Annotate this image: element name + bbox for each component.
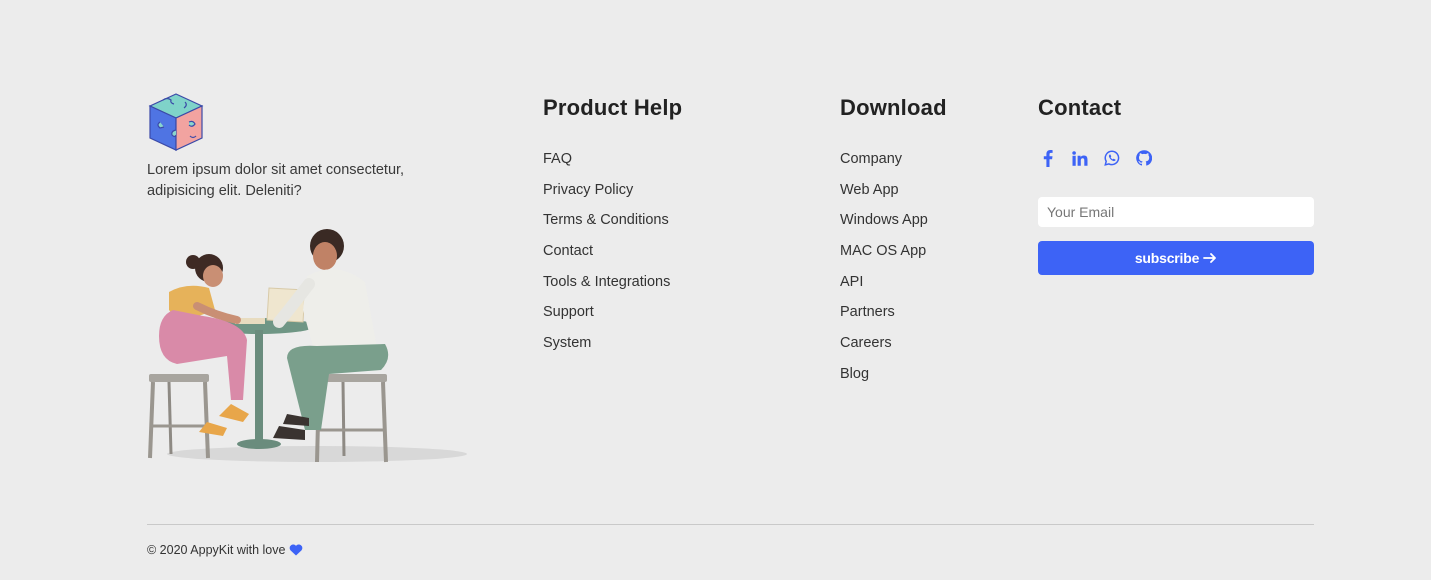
download-column: Download Company Web App Windows App MAC… [840,95,947,396]
contact-link[interactable]: Contact [543,243,593,259]
windows-app-link[interactable]: Windows App [840,212,928,228]
tools-integrations-link[interactable]: Tools & Integrations [543,274,670,290]
social-links [1038,147,1314,169]
mac-os-app-link[interactable]: MAC OS App [840,243,926,259]
company-link[interactable]: Company [840,151,902,167]
contact-heading: Contact [1038,95,1122,120]
privacy-policy-link[interactable]: Privacy Policy [543,182,633,198]
heart-icon [290,544,303,556]
arrow-right-icon [1203,253,1217,263]
email-input[interactable] [1038,197,1314,227]
linkedin-icon[interactable] [1070,149,1089,168]
list-item: Company [840,150,947,181]
terms-link[interactable]: Terms & Conditions [543,212,669,228]
careers-link[interactable]: Careers [840,335,892,351]
subscribe-button[interactable]: subscribe [1038,241,1314,275]
product-help-column: Product Help FAQ Privacy Policy Terms & … [543,95,682,365]
two-people-at-table-illustration [148,229,467,463]
list-item: Blog [840,365,947,396]
copyright-text: © 2020 AppyKit with love [147,543,286,557]
contact-column: Contact subscribe [1038,95,1314,275]
list-item: Careers [840,334,947,365]
facebook-icon[interactable] [1038,149,1057,168]
copyright: © 2020 AppyKit with love [147,543,303,557]
github-icon[interactable] [1134,149,1153,168]
list-item: System [543,334,682,365]
download-heading: Download [840,95,947,120]
footer-divider [147,524,1314,525]
list-item: Windows App [840,211,947,242]
site-footer: Lorem ipsum dolor sit amet consectetur, … [0,0,1431,580]
api-link[interactable]: API [840,274,863,290]
puzzle-cube-icon[interactable] [147,92,205,152]
list-item: MAC OS App [840,242,947,273]
download-links: Company Web App Windows App MAC OS App A… [840,150,947,396]
support-link[interactable]: Support [543,304,594,320]
subscribe-label: subscribe [1134,250,1200,266]
system-link[interactable]: System [543,335,591,351]
faq-link[interactable]: FAQ [543,151,572,167]
list-item: FAQ [543,150,682,181]
web-app-link[interactable]: Web App [840,182,899,198]
product-help-heading: Product Help [543,95,683,120]
list-item: API [840,273,947,304]
list-item: Partners [840,303,947,334]
list-item: Terms & Conditions [543,211,682,242]
list-item: Web App [840,181,947,212]
blog-link[interactable]: Blog [840,366,869,382]
whatsapp-icon[interactable] [1102,149,1121,168]
list-item: Contact [543,242,682,273]
list-item: Tools & Integrations [543,273,682,304]
product-help-links: FAQ Privacy Policy Terms & Conditions Co… [543,150,682,365]
brand-column: Lorem ipsum dolor sit amet consectetur, … [147,92,467,202]
list-item: Support [543,303,682,334]
brand-description: Lorem ipsum dolor sit amet consectetur, … [147,162,405,199]
partners-link[interactable]: Partners [840,304,895,320]
list-item: Privacy Policy [543,181,682,212]
